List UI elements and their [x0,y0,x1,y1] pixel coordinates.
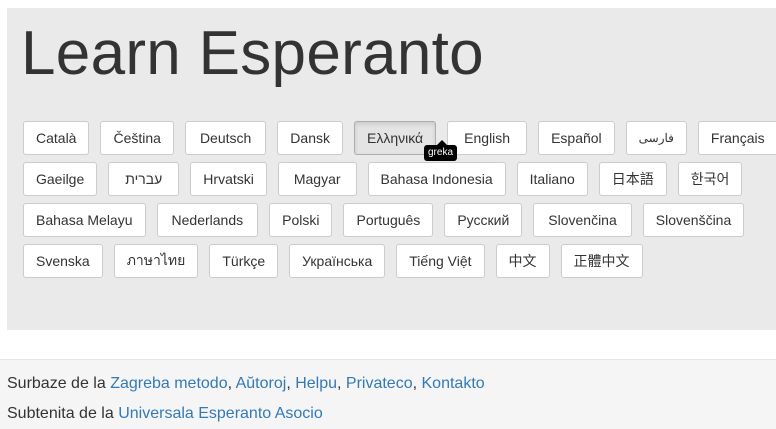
lang-button-da[interactable]: Dansk [277,121,343,155]
lang-button-hr[interactable]: Hrvatski [190,162,267,196]
lang-button-ca[interactable]: Català [23,121,90,155]
lang-button-zh[interactable]: 中文 [495,244,550,278]
language-row: Gaeilge עברית Hrvatski Magyar Bahasa Ind… [23,162,775,196]
footer-separator: , [227,375,236,392]
footer-credits-prefix: Surbaze de la [7,375,111,392]
lang-button-sv[interactable]: Svenska [23,244,103,278]
page-title: Learn Esperanto [21,19,484,88]
lang-button-zh-tw[interactable]: 正體中文 [560,244,643,278]
lang-button-ko[interactable]: 한국어 [677,162,743,196]
lang-button-tr[interactable]: Türkçe [209,244,279,278]
lang-button-cs[interactable]: Čeština [100,121,174,155]
footer-support: Subtenita de la Universala Esperanto Aso… [7,405,323,423]
link-help[interactable]: Helpu [295,375,337,392]
lang-button-sk[interactable]: Slovenčina [533,203,632,237]
lang-button-nl[interactable]: Nederlands [156,203,259,237]
lang-button-it[interactable]: Italiano [516,162,588,196]
lang-button-pl[interactable]: Polski [269,203,333,237]
lang-button-fa[interactable]: فارسی [625,121,687,155]
lang-button-uk[interactable]: Українська [289,244,386,278]
link-privacy[interactable]: Privateco [346,375,413,392]
lang-button-th[interactable]: ภาษาไทย [113,244,199,278]
footer-separator: , [337,375,346,392]
lang-button-ga[interactable]: Gaeilge [23,162,98,196]
language-row: Bahasa Melayu Nederlands Polski Portuguê… [23,203,775,237]
lang-button-es[interactable]: Español [538,121,615,155]
language-row: Català Čeština Deutsch Dansk Ελληνικά En… [23,121,776,155]
lang-button-de[interactable]: Deutsch [184,121,267,155]
language-tooltip: greka [424,145,458,161]
language-selector: Català Čeština Deutsch Dansk Ελληνικά En… [23,121,776,285]
footer-credits: Surbaze de la Zagreba metodo, Aŭtoroj, H… [7,375,485,393]
lang-button-fr[interactable]: Français [697,121,776,155]
hero-panel: Learn Esperanto Català Čeština Deutsch D… [7,8,776,330]
lang-button-ja[interactable]: 日本語 [598,162,667,196]
lang-button-hu[interactable]: Magyar [277,162,357,196]
language-row: Svenska ภาษาไทย Türkçe Українська Tiếng … [23,244,775,278]
lang-button-sl[interactable]: Slovenščina [642,203,745,237]
link-authors[interactable]: Aŭtoroj [236,375,287,392]
lang-button-id[interactable]: Bahasa Indonesia [367,162,506,196]
lang-button-en[interactable]: English [447,121,528,155]
footer-separator: , [286,375,296,392]
lang-button-pt[interactable]: Português [343,203,434,237]
link-contact[interactable]: Kontakto [422,375,485,392]
link-uea[interactable]: Universala Esperanto Asocio [118,405,323,422]
link-zagreba-metodo[interactable]: Zagreba metodo [110,375,227,392]
lang-button-ru[interactable]: Русский [444,203,523,237]
lang-button-he[interactable]: עברית [108,162,180,196]
lang-button-ms[interactable]: Bahasa Melayu [23,203,146,237]
footer-support-prefix: Subtenita de la [7,405,119,422]
footer-separator: , [412,375,422,392]
lang-button-vi[interactable]: Tiếng Việt [396,244,485,278]
